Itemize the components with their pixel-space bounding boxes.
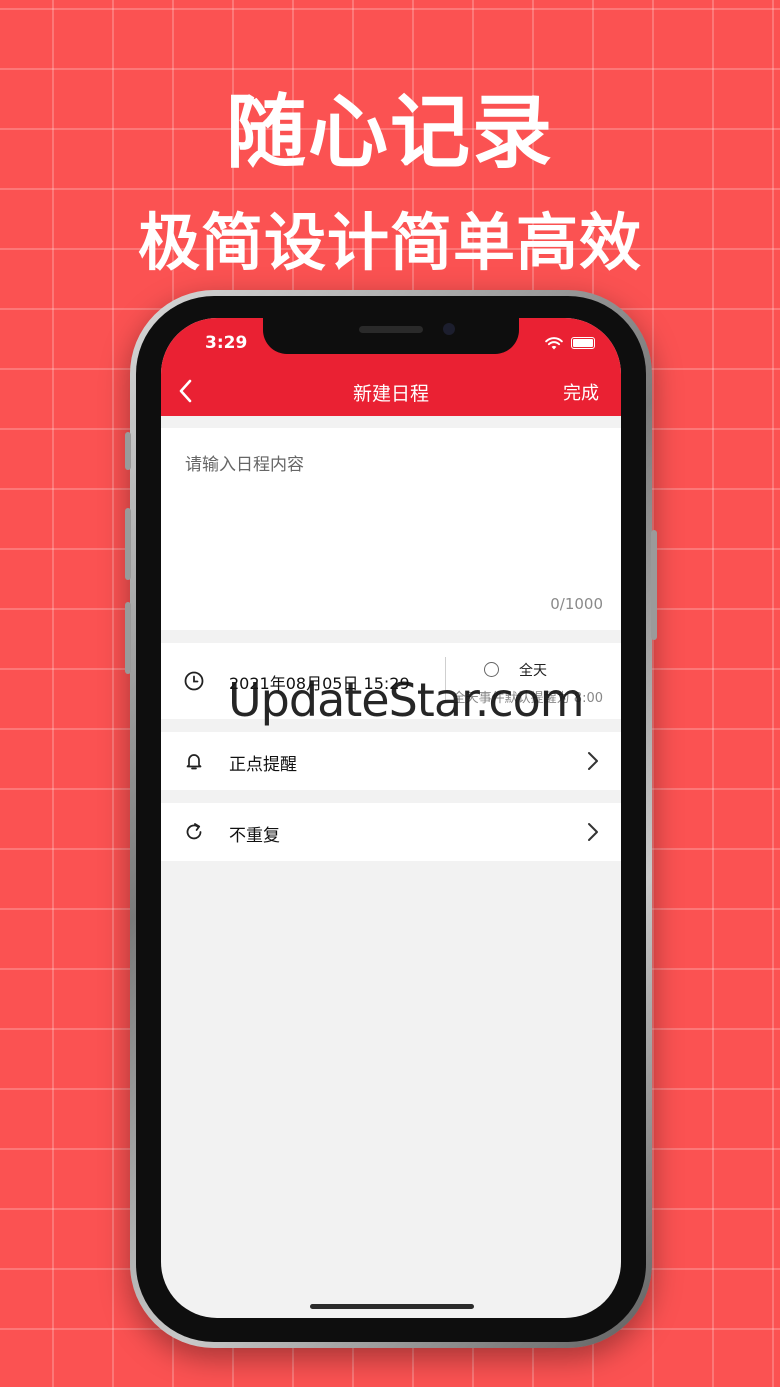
promo-headline: 随心记录	[226, 86, 554, 179]
status-time: 3:29	[205, 333, 248, 353]
front-camera	[443, 323, 455, 335]
volume-down-button	[125, 602, 131, 674]
done-button[interactable]: 完成	[563, 379, 599, 405]
battery-icon	[571, 337, 595, 349]
content-input[interactable]	[185, 450, 597, 580]
reminder-row[interactable]: 正点提醒	[161, 732, 621, 790]
wifi-icon	[545, 336, 563, 349]
repeat-label: 不重复	[229, 826, 280, 846]
nav-bar: 3:29 新建日程 完成	[161, 318, 621, 416]
notch	[263, 318, 519, 354]
status-icons	[545, 336, 595, 350]
content-card: 0/1000	[161, 428, 621, 630]
mute-switch	[125, 432, 131, 470]
speaker-grille	[359, 326, 423, 333]
chevron-right-icon	[588, 752, 598, 770]
repeat-row[interactable]: 不重复	[161, 803, 621, 861]
home-indicator	[310, 1304, 474, 1309]
phone-screen: 3:29 新建日程 完成 0/1000 2021年08月05日 15:29	[161, 318, 621, 1318]
bell-icon	[186, 754, 202, 770]
power-button	[651, 530, 657, 640]
reminder-label: 正点提醒	[229, 755, 297, 775]
volume-up-button	[125, 508, 131, 580]
chevron-right-icon	[588, 823, 598, 841]
refresh-icon	[186, 823, 202, 840]
watermark: UpdateStar.com	[228, 673, 585, 727]
clock-icon	[184, 671, 204, 691]
page-title: 新建日程	[352, 383, 429, 405]
promo-subheadline: 极简设计简单高效	[137, 206, 642, 279]
char-counter: 0/1000	[550, 595, 603, 613]
